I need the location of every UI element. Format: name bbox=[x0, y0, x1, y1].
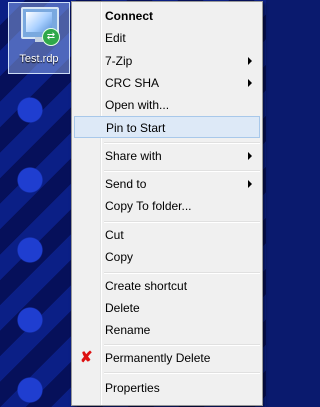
file-name-label: Test.rdp bbox=[19, 53, 59, 65]
submenu-arrow-icon bbox=[248, 79, 252, 87]
menu-item-label: Connect bbox=[105, 9, 153, 23]
menu-item-label: Copy To folder... bbox=[105, 199, 192, 213]
menu-separator bbox=[104, 372, 260, 374]
rdp-file-icon[interactable]: ⇄ Test.rdp bbox=[8, 2, 70, 74]
submenu-arrow-icon bbox=[248, 152, 252, 160]
menu-item-label: Copy bbox=[105, 250, 134, 264]
menu-separator bbox=[104, 272, 260, 274]
menu-item-label: Send to bbox=[105, 177, 147, 191]
menu-item-label: Pin to Start bbox=[106, 121, 166, 135]
menu-item-open-with[interactable]: Open with... bbox=[74, 94, 260, 116]
menu-item-label: Open with... bbox=[105, 98, 170, 112]
menu-item-edit[interactable]: Edit bbox=[74, 27, 260, 49]
menu-item-crc-sha[interactable]: CRC SHA bbox=[74, 72, 260, 94]
menu-item-connect[interactable]: Connect bbox=[74, 5, 260, 27]
red-x-icon: ✘ bbox=[80, 349, 93, 366]
remote-desktop-badge-icon: ⇄ bbox=[42, 28, 60, 46]
menu-separator bbox=[104, 142, 260, 144]
menu-item-label: 7-Zip bbox=[105, 54, 133, 68]
menu-item-label: Delete bbox=[105, 301, 140, 315]
menu-item-rename[interactable]: Rename bbox=[74, 319, 260, 341]
menu-item-create-shortcut[interactable]: Create shortcut bbox=[74, 275, 260, 297]
menu-separator bbox=[104, 170, 260, 172]
menu-item-copy[interactable]: Copy bbox=[74, 246, 260, 268]
submenu-arrow-icon bbox=[248, 180, 252, 188]
menu-item-label: Properties bbox=[105, 381, 160, 395]
menu-item-pin-to-start[interactable]: Pin to Start bbox=[74, 116, 260, 138]
menu-separator bbox=[104, 344, 260, 346]
menu-item-send-to[interactable]: Send to bbox=[74, 173, 260, 195]
menu-separator bbox=[104, 221, 260, 223]
menu-item-label: Edit bbox=[105, 31, 126, 45]
menu-item-label: Create shortcut bbox=[105, 279, 188, 293]
menu-item-7zip[interactable]: 7-Zip bbox=[74, 50, 260, 72]
menu-item-delete[interactable]: Delete bbox=[74, 297, 260, 319]
menu-item-label: Permanently Delete bbox=[105, 351, 211, 365]
menu-item-label: Rename bbox=[105, 323, 151, 337]
menu-item-label: CRC SHA bbox=[105, 76, 160, 90]
submenu-arrow-icon bbox=[248, 57, 252, 65]
menu-item-properties[interactable]: Properties bbox=[74, 377, 260, 399]
menu-item-label: Cut bbox=[105, 228, 124, 242]
menu-item-copy-to-folder[interactable]: Copy To folder... bbox=[74, 195, 260, 217]
menu-item-permanently-delete[interactable]: ✘ Permanently Delete bbox=[74, 347, 260, 369]
menu-item-label: Share with bbox=[105, 149, 162, 163]
menu-item-cut[interactable]: Cut bbox=[74, 224, 260, 246]
menu-item-share-with[interactable]: Share with bbox=[74, 145, 260, 167]
context-menu: Connect Edit 7-Zip CRC SHA Open with... … bbox=[71, 1, 263, 406]
